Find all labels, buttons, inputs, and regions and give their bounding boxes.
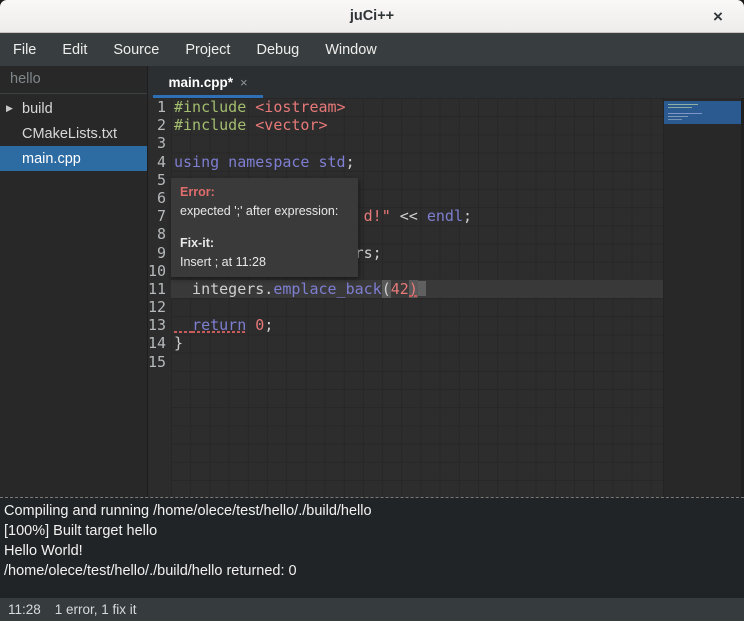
code-editor[interactable]: 123456789101112131415 #include <iostream…	[148, 98, 744, 497]
code-token: rs;	[355, 244, 382, 262]
line-number: 10	[148, 262, 171, 280]
tree-item-label: build	[22, 101, 53, 117]
line-number: 2	[148, 116, 171, 134]
line-number: 7	[148, 207, 171, 225]
sidebar: hello ▶build CMakeLists.txt main.cpp	[0, 66, 148, 497]
code-line[interactable]: }	[171, 334, 663, 352]
code-line[interactable]	[171, 298, 663, 316]
line-number: 4	[148, 153, 171, 171]
project-filter-input[interactable]: hello	[0, 66, 147, 94]
status-bar: 11:28 1 error, 1 fix it	[0, 598, 744, 621]
tree-item-main-cpp[interactable]: main.cpp	[0, 146, 147, 171]
window-title: juCi++	[350, 8, 394, 24]
tree-item-label: CMakeLists.txt	[22, 126, 117, 142]
code-token: <vector>	[255, 116, 327, 134]
line-number-gutter: 123456789101112131415	[148, 98, 171, 497]
code-line[interactable]	[171, 353, 663, 371]
minimap-viewport[interactable]	[664, 101, 742, 124]
tab-main-cpp[interactable]: main.cpp* ×	[153, 66, 263, 98]
minimap[interactable]	[663, 98, 744, 497]
tab-label: main.cpp*	[168, 75, 233, 90]
line-number: 13	[148, 316, 171, 334]
line-number: 3	[148, 134, 171, 152]
code-token: (	[382, 280, 391, 298]
minimap-code	[668, 119, 682, 120]
line-number: 11	[148, 280, 171, 298]
line-number: 8	[148, 225, 171, 243]
tree-item-label: main.cpp	[22, 151, 81, 167]
minimap-code	[668, 113, 702, 114]
cursor-position: 11:28	[8, 602, 41, 617]
line-number: 1	[148, 98, 171, 116]
expander-icon[interactable]: ▶	[6, 103, 22, 114]
code-line[interactable]	[171, 134, 663, 152]
app-window: juCi++ × FileEditSourceProjectDebugWindo…	[0, 0, 744, 621]
code-text-area[interactable]: #include <iostream>#include <vector> usin…	[171, 98, 663, 497]
main-area: hello ▶build CMakeLists.txt main.cpp main.…	[0, 66, 744, 497]
code-token: }	[174, 334, 183, 352]
diagnostics-summary: 1 error, 1 fix it	[55, 602, 137, 617]
code-token: using namespace std	[174, 153, 346, 171]
minimap-code	[668, 104, 698, 105]
file-tree: ▶build CMakeLists.txt main.cpp	[0, 94, 147, 171]
tooltip-spacer	[180, 221, 349, 234]
code-line[interactable]: return 0;	[171, 316, 663, 334]
tooltip-error-label: Error:	[180, 183, 349, 202]
code-token: integers.	[174, 280, 273, 298]
code-line[interactable]: #include <vector>	[171, 116, 663, 134]
terminal-line: [100%] Built target hello	[4, 521, 740, 541]
menu-file[interactable]: File	[0, 33, 49, 66]
code-token: emplace_back	[273, 280, 381, 298]
terminal-output[interactable]: Compiling and running /home/olece/test/h…	[0, 497, 744, 598]
menu-project[interactable]: Project	[172, 33, 243, 66]
tree-item-build[interactable]: ▶build	[0, 96, 147, 121]
code-token: 0	[255, 316, 264, 334]
line-number: 5	[148, 171, 171, 189]
code-token	[174, 316, 192, 334]
line-number: 6	[148, 189, 171, 207]
tooltip-fixit-label: Fix-it:	[180, 234, 349, 253]
minimap-code	[668, 107, 692, 108]
line-number: 9	[148, 244, 171, 262]
line-number: 12	[148, 298, 171, 316]
code-token: ;	[463, 207, 472, 225]
title-bar: juCi++ ×	[0, 0, 744, 33]
tab-close-icon[interactable]: ×	[240, 75, 248, 90]
diagnostic-tooltip: Error: expected ';' after expression: Fi…	[171, 178, 358, 277]
tooltip-fixit-text: Insert ; at 11:28	[180, 253, 349, 272]
code-token: 42	[391, 280, 409, 298]
code-line[interactable]: using namespace std;	[171, 153, 663, 171]
code-line[interactable]: #include <iostream>	[171, 98, 663, 116]
menu-window[interactable]: Window	[312, 33, 390, 66]
code-token: endl	[427, 207, 463, 225]
code-token: return	[192, 316, 246, 334]
menu-bar: FileEditSourceProjectDebugWindow	[0, 33, 744, 66]
code-token: #include	[174, 98, 255, 116]
code-token: <iostream>	[255, 98, 345, 116]
terminal-line: Hello World!	[4, 541, 740, 561]
tooltip-error-text: expected ';' after expression:	[180, 202, 349, 221]
code-token	[246, 316, 255, 334]
code-token: )	[409, 280, 418, 298]
tab-bar: main.cpp* ×	[148, 66, 744, 98]
code-token: ;	[346, 153, 355, 171]
minimap-code	[668, 116, 688, 117]
code-token: <<	[391, 207, 427, 225]
close-icon[interactable]: ×	[704, 0, 732, 33]
editor-pane: main.cpp* × 123456789101112131415 #inclu…	[148, 66, 744, 497]
text-cursor	[418, 281, 426, 296]
terminal-line: Compiling and running /home/olece/test/h…	[4, 501, 740, 521]
terminal-line: /home/olece/test/hello/./build/hello ret…	[4, 561, 740, 581]
code-line[interactable]: integers.emplace_back(42)	[171, 280, 663, 298]
menu-debug[interactable]: Debug	[243, 33, 312, 66]
code-token: d!"	[364, 207, 391, 225]
line-number: 15	[148, 353, 171, 371]
code-token: #include	[174, 116, 255, 134]
menu-source[interactable]: Source	[100, 33, 172, 66]
code-token: ;	[264, 316, 273, 334]
tree-item-cmakelists-txt[interactable]: CMakeLists.txt	[0, 121, 147, 146]
menu-edit[interactable]: Edit	[49, 33, 100, 66]
line-number: 14	[148, 334, 171, 352]
